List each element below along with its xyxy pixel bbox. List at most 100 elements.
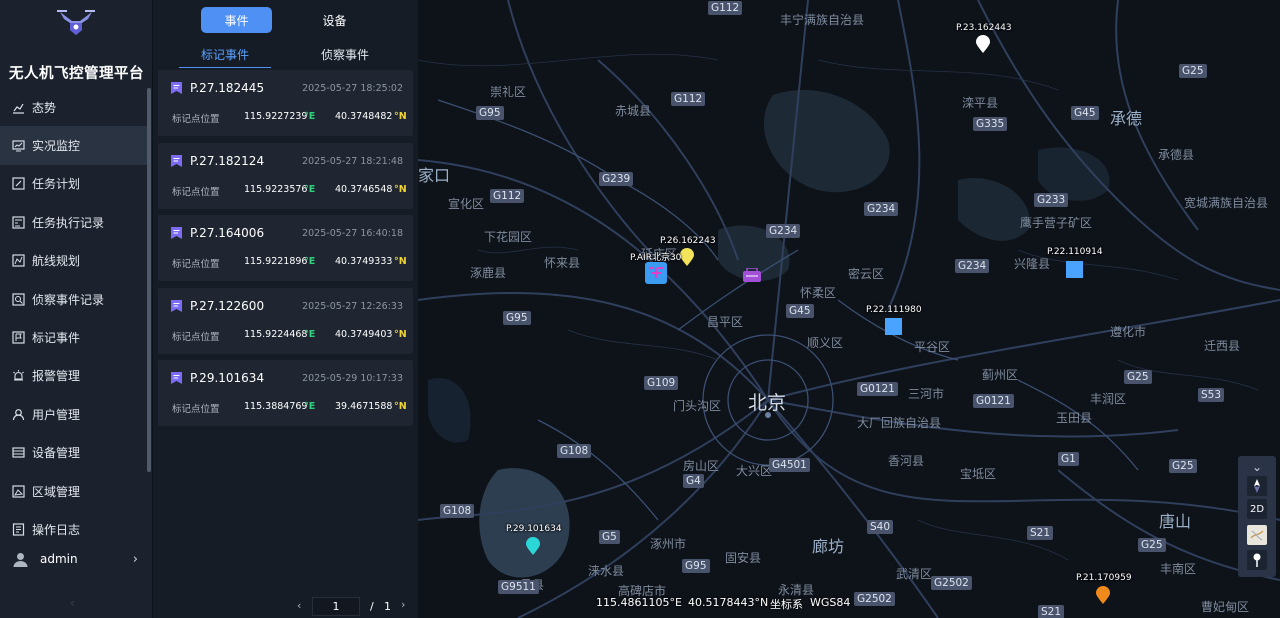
sidebar-item-scout-records[interactable]: 侦察事件记录 [0,280,150,318]
longitude-unit: °E [304,328,316,340]
tab-devices[interactable]: 设备 [299,7,370,33]
road-shield: G4 [683,474,704,488]
sidebar-item-route-planning[interactable]: 航线规划 [0,242,150,280]
place-label: 涿州市 [650,537,687,551]
sidebar-item-situation[interactable]: 态势 [0,88,150,126]
tab-scout-events[interactable]: 侦察事件 [299,46,391,67]
road-shield: G95 [503,311,531,325]
latitude-unit: °N [394,183,407,195]
event-position-label: 标记点位置 [172,114,220,125]
tab-events[interactable]: 事件 [201,7,272,33]
user-menu[interactable]: admin › [0,546,150,572]
event-card[interactable]: P.27.182445 2025-05-27 18:25:02 标记点位置 11… [158,70,413,136]
collapse-icon[interactable]: ⌄ [1247,457,1267,477]
event-card[interactable]: P.27.182124 2025-05-27 18:21:48 标记点位置 11… [158,142,413,209]
drone-logo-icon [57,10,95,35]
place-label: 门头沟区 [673,399,722,413]
road-shield: G25 [1138,538,1166,552]
sidebar-menu: 态势 实况监控 任务计划 任务执行记录 航线规划 侦察事件记录 标记事件 报警管… [0,88,150,549]
marker-tool-icon[interactable] [1247,550,1267,570]
place-label: 怀柔区 [800,286,837,300]
sidebar-item-user-management[interactable]: 用户管理 [0,395,150,433]
map-view[interactable]: 北京 承德 廊坊 唐山 丰宁满族自治县 崇礼区 赤城县 滦平县 宽城满族自治县 … [418,0,1280,618]
road-shield: G234 [955,259,990,273]
sidebar-item-live-monitor[interactable]: 实况监控 [0,126,150,165]
tab-mark-events[interactable]: 标记事件 [179,46,271,68]
road-shield: G0121 [973,394,1014,408]
sidebar-item-label: 任务计划 [32,177,81,192]
drone-marker-icon[interactable] [645,262,667,284]
alarm-icon [13,370,24,381]
map-pin-white[interactable] [976,35,990,53]
map-square-marker[interactable] [885,318,902,335]
event-card[interactable]: P.27.122600 2025-05-27 12:26:33 标记点位置 11… [158,287,413,354]
event-latitude: 40.3746548 [335,183,393,195]
avatar-icon [13,552,28,567]
sidebar-item-area-management[interactable]: 区域管理 [0,472,150,510]
place-label: 宽城满族自治县 [1184,196,1269,210]
page-total: 1 [384,600,391,613]
marker-label: P.23.162443 [956,23,1012,33]
sidebar-item-operation-log[interactable]: 操作日志 [0,510,150,548]
prev-page-icon[interactable]: ‹ [297,599,301,612]
device-marker-icon[interactable] [743,268,761,282]
road-shield: G45 [1071,106,1099,120]
scout-record-icon [12,293,25,306]
sidebar-item-label: 设备管理 [32,446,81,461]
road-shield: S40 [867,520,894,534]
sidebar-item-label: 区域管理 [32,484,81,499]
place-label: 家口 [418,166,451,185]
place-label: 房山区 [683,459,720,473]
sidebar-scrollbar[interactable] [147,88,151,472]
event-list: P.27.182445 2025-05-27 18:25:02 标记点位置 11… [158,70,413,433]
event-card[interactable]: P.27.164006 2025-05-27 16:40:18 标记点位置 11… [158,215,413,282]
road-shield: G1 [1058,452,1079,466]
sidebar-item-alarm-management[interactable]: 报警管理 [0,357,150,395]
cursor-latitude: 40.5178443°N [688,596,769,609]
next-page-icon[interactable]: › [401,598,405,611]
map-pin-cyan[interactable] [526,537,540,555]
map-pin-yellow[interactable] [680,248,694,266]
event-latitude: 40.3749403 [335,328,393,340]
place-label: 平谷区 [914,340,951,354]
marker-label: P.29.101634 [506,524,562,534]
event-longitude: 115.9224468 [244,328,308,340]
compass-icon[interactable] [1247,476,1267,496]
place-label: 承德县 [1158,148,1195,162]
sidebar-item-label: 任务执行记录 [32,215,105,230]
sidebar-item-task-records[interactable]: 任务执行记录 [0,203,150,241]
place-label: 武清区 [896,567,933,581]
sidebar-item-task-plan[interactable]: 任务计划 [0,165,150,203]
sidebar-item-device-management[interactable]: 设备管理 [0,434,150,472]
road-shield: G5 [599,530,620,544]
place-label: 丰润区 [1090,392,1127,406]
road-shield: G95 [476,106,504,120]
main-tabs: 事件 设备 [153,7,418,33]
event-card[interactable]: P.29.101634 2025-05-29 10:17:33 标记点位置 11… [158,360,413,427]
place-label: 宣化区 [448,197,485,211]
latitude-unit: °N [394,328,407,340]
road-shield: G25 [1179,64,1207,78]
basemap-icon[interactable] [1247,525,1267,545]
road-shield: G109 [644,376,679,390]
page-input[interactable]: 1 [312,597,360,616]
place-label: 廊坊 [812,537,845,556]
place-label: 兴隆县 [1014,257,1051,271]
chevron-left-icon[interactable]: ‹ [70,596,75,610]
place-label: 下花园区 [484,230,533,244]
place-label: 宝坻区 [960,467,997,481]
place-label: 崇礼区 [490,85,527,99]
event-longitude: 115.9227239 [244,111,308,122]
place-label: 大厂回族自治县 [857,416,942,430]
sidebar-item-mark-events[interactable]: 标记事件 [0,318,150,356]
road-shield: G335 [973,117,1008,131]
road-shield: G95 [682,559,710,573]
latitude-unit: °N [394,111,407,122]
2d-toggle-button[interactable]: 2D [1247,499,1267,519]
bookmark-icon [171,154,182,167]
place-label: 密云区 [848,267,885,281]
map-square-marker[interactable] [1066,261,1083,278]
bookmark-icon [171,227,182,240]
event-position-label: 标记点位置 [172,259,220,271]
event-longitude: 115.3884769 [244,401,308,413]
